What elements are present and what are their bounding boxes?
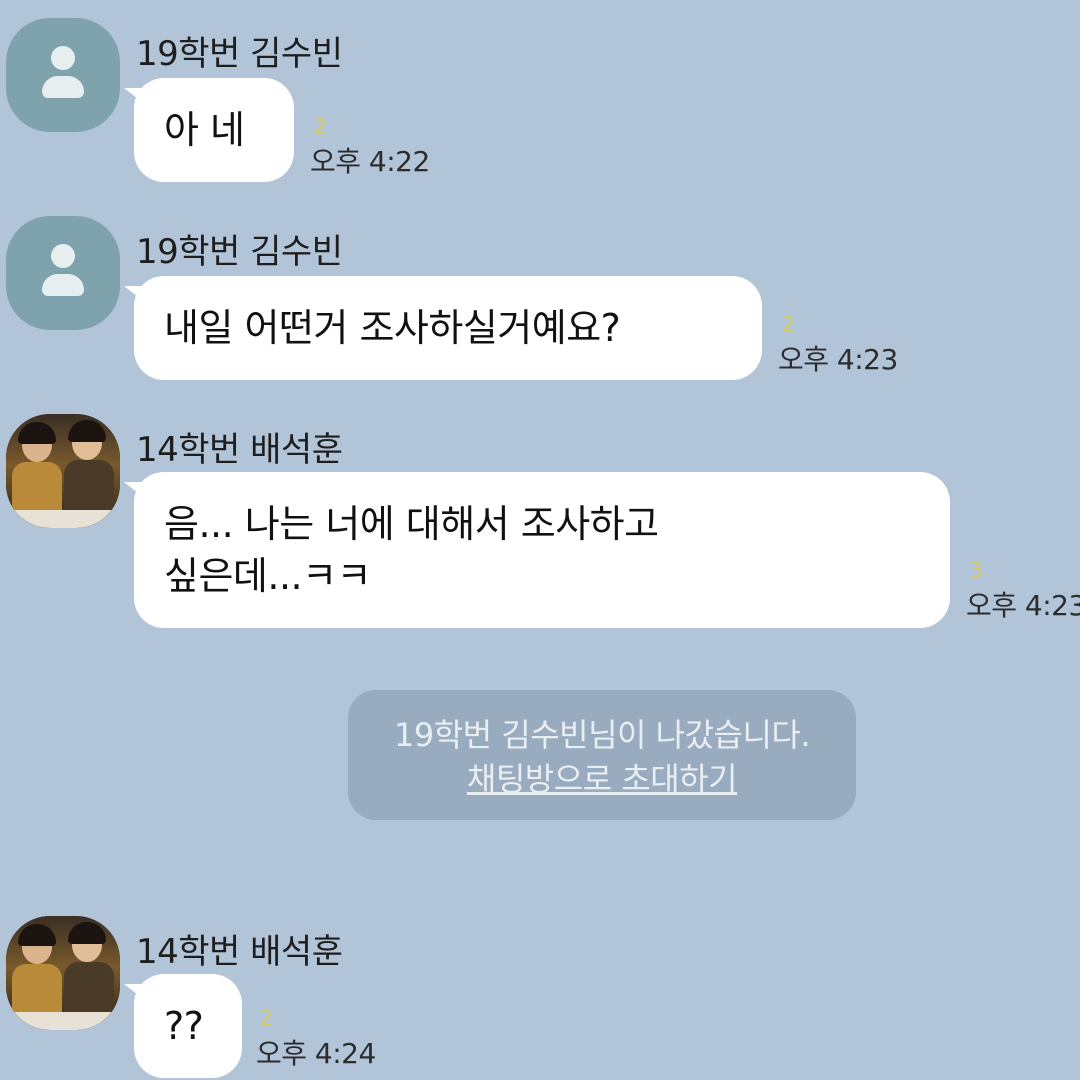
system-notice: 19학번 김수빈님이 나갔습니다. 채팅방으로 초대하기 xyxy=(348,690,856,820)
sender-name: 14학번 배석훈 xyxy=(136,932,343,972)
chat-room: 19학번 김수빈 아 네 2 오후 4:22 19학번 김수빈 내일 어떤거 조… xyxy=(0,0,1080,1080)
message-time: 오후 4:24 xyxy=(256,1037,376,1070)
message-text-line: 싶은데...ㅋㅋ xyxy=(164,554,372,598)
invite-link-wrapper: 채팅방으로 초대하기 xyxy=(348,754,856,800)
profile-photo[interactable] xyxy=(6,414,120,528)
message-text: 아 네 xyxy=(164,108,245,152)
invite-to-chat-link[interactable]: 채팅방으로 초대하기 xyxy=(467,760,738,798)
sender-name: 14학번 배석훈 xyxy=(136,430,343,470)
message-time: 오후 4:22 xyxy=(310,145,430,178)
unread-count: 3 xyxy=(970,558,983,582)
message-bubble[interactable]: ?? xyxy=(124,974,242,1078)
default-profile-icon[interactable] xyxy=(6,18,120,132)
system-notice-text: 19학번 김수빈님이 나갔습니다. xyxy=(393,716,811,754)
message-text: 내일 어떤거 조사하실거예요? xyxy=(164,306,621,350)
message-bubble[interactable]: 아 네 xyxy=(124,78,294,182)
profile-body-shape xyxy=(42,274,84,296)
message-time: 오후 4:23 xyxy=(778,343,898,376)
sender-name: 19학번 김수빈 xyxy=(136,34,343,74)
unread-count: 2 xyxy=(314,114,327,138)
profile-body-shape xyxy=(42,76,84,98)
profile-head-shape xyxy=(51,244,75,268)
unread-count: 2 xyxy=(782,312,795,336)
profile-head-shape xyxy=(51,46,75,70)
message-group: 19학번 김수빈 내일 어떤거 조사하실거예요? 2 오후 4:23 xyxy=(0,216,1080,396)
default-profile-icon[interactable] xyxy=(6,216,120,330)
message-group: 14학번 배석훈 ?? 2 오후 4:24 xyxy=(0,916,1080,1080)
message-text-line: 음... 나는 너에 대해서 조사하고 xyxy=(164,502,659,546)
profile-photo[interactable] xyxy=(6,916,120,1030)
message-bubble[interactable]: 음... 나는 너에 대해서 조사하고 싶은데...ㅋㅋ xyxy=(124,472,950,628)
message-time: 오후 4:23 xyxy=(966,589,1080,622)
message-bubble[interactable]: 내일 어떤거 조사하실거예요? xyxy=(124,276,762,380)
message-text: ?? xyxy=(164,1004,204,1048)
sender-name: 19학번 김수빈 xyxy=(136,232,343,272)
message-group: 14학번 배석훈 음... 나는 너에 대해서 조사하고 싶은데...ㅋㅋ 3 … xyxy=(0,414,1080,644)
message-group: 19학번 김수빈 아 네 2 오후 4:22 xyxy=(0,18,1080,198)
unread-count: 2 xyxy=(260,1006,273,1030)
